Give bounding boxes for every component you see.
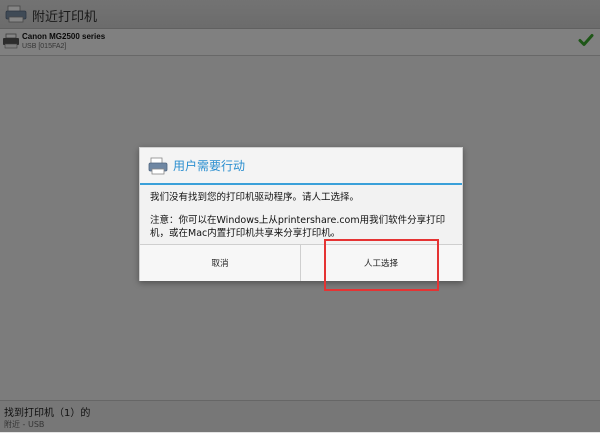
dialog-message-main: 我们没有找到您的打印机驱动程序。请人工选择。 (150, 192, 360, 203)
dialog-message: 我们没有找到您的打印机驱动程序。请人工选择。 注意：你可以在Windows上从p… (150, 191, 454, 240)
dialog-message-note: 注意：你可以在Windows上从printershare.com用我们软件分享打… (150, 215, 446, 239)
printer-share-icon (148, 157, 168, 175)
dialog-title: 用户需要行动 (173, 159, 246, 173)
cancel-button[interactable]: 取消 (140, 245, 300, 281)
dialog-header: 用户需要行动 (140, 148, 462, 185)
highlight-annotation-box (324, 239, 439, 291)
